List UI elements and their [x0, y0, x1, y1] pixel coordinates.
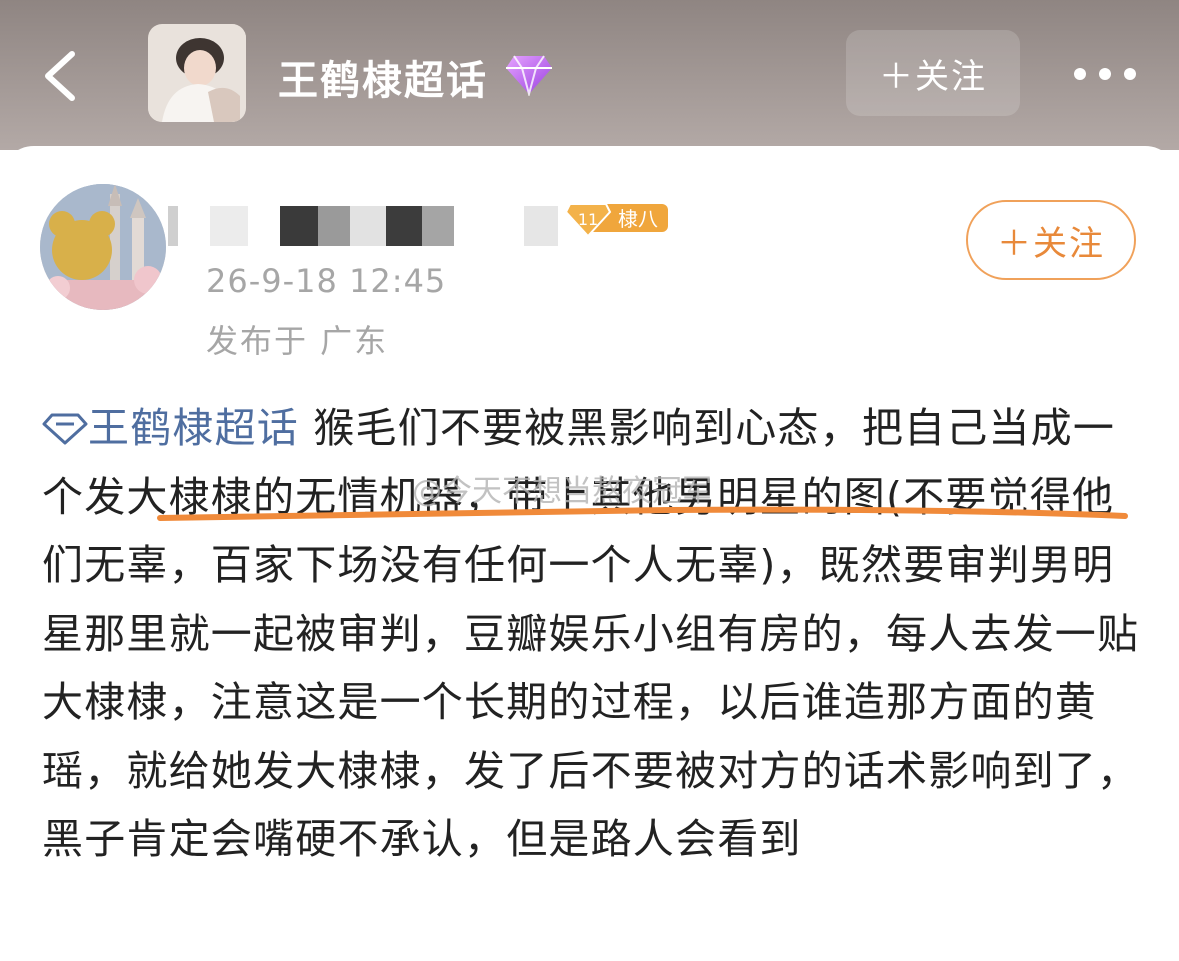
topic-diamond-icon	[42, 413, 88, 445]
topic-header: 王鹤棣超话 ＋关注	[0, 0, 1179, 150]
level-name: 棣八	[618, 207, 658, 231]
back-arrow-icon[interactable]	[40, 48, 90, 104]
topic-cover-image[interactable]	[148, 24, 246, 122]
highlight-underline	[157, 506, 1128, 521]
level-badge: 11 棣八	[566, 203, 668, 238]
user-avatar[interactable]	[40, 184, 166, 310]
more-icon[interactable]	[1070, 64, 1140, 84]
diamond-icon	[506, 55, 552, 96]
level-number: 11	[578, 210, 598, 229]
topic-link[interactable]: 王鹤棣超话	[42, 404, 299, 452]
topic-link-text: 王鹤棣超话	[88, 404, 299, 452]
topic-title: 王鹤棣超话	[278, 58, 488, 104]
follow-user-button[interactable]: ＋关注	[966, 200, 1136, 280]
username-redacted[interactable]	[168, 206, 558, 246]
post-time: 26-9-18 12:45	[206, 262, 447, 300]
post-location: 发布于 广东	[206, 322, 389, 360]
follow-topic-button[interactable]: ＋关注	[846, 30, 1020, 116]
